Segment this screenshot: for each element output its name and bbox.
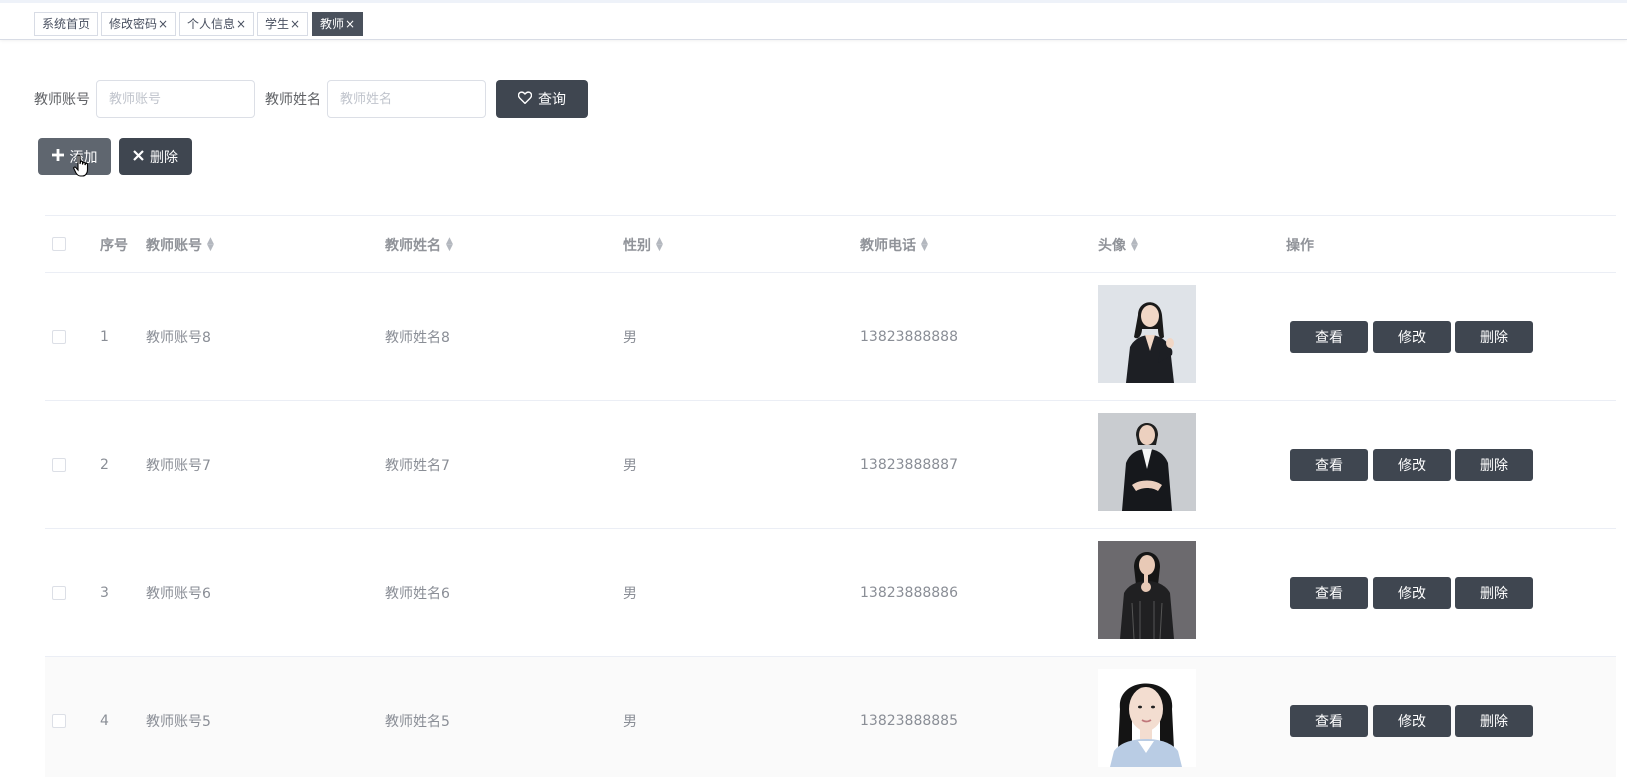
close-icon[interactable]: × [158,17,168,31]
header-account[interactable]: 教师账号 ▲ ▼ [146,216,214,273]
cell-phone: 13823888886 [860,584,958,601]
delete-button[interactable]: 删除 [1455,577,1533,609]
cell-account: 教师账号7 [146,457,211,474]
sort-icon[interactable]: ▲ ▼ [207,236,214,252]
table-row: 1 教师账号8 教师姓名8 男 13823888888 查看 修改 删除 [45,273,1616,401]
name-label: 教师姓名 [265,92,321,108]
row-checkbox[interactable] [52,586,66,600]
select-all-checkbox[interactable] [52,237,66,251]
tags-view-bar: 系统首页 修改密码× 个人信息× 学生× 教师× [0,0,1627,40]
teacher-avatar-image[interactable] [1098,541,1196,639]
table-row: 2 教师账号7 教师姓名7 男 13823888887 查看 修改 删除 [45,401,1616,529]
delete-button[interactable]: 删除 [1455,705,1533,737]
header-label: 教师电话 [860,237,916,254]
close-icon[interactable]: × [236,17,246,31]
cell-name: 教师姓名5 [385,713,450,730]
row-checkbox[interactable] [52,330,66,344]
sort-icon[interactable]: ▲ ▼ [1131,236,1138,252]
header-label: 序号 [100,237,128,254]
cell-index: 3 [100,584,109,601]
table-header: 序号 教师账号 ▲ ▼ 教师姓名 ▲ ▼ 性别 ▲ ▼ 教师电话 ▲ ▼ 头像 ▲ ▼ [45,216,1616,273]
hand-cursor-icon [73,154,91,178]
heart-icon [517,90,533,108]
tag-label: 教师 [320,17,345,31]
header-label: 操作 [1286,237,1314,254]
cell-account: 教师账号5 [146,713,211,730]
tag-change-password[interactable]: 修改密码× [101,12,177,36]
close-icon[interactable]: × [290,17,300,31]
view-button[interactable]: 查看 [1290,577,1368,609]
tag-label: 个人信息 [187,17,236,31]
close-icon [133,149,144,165]
cell-index: 4 [100,712,109,729]
header-index: 序号 [100,216,128,273]
cell-phone: 13823888887 [860,456,958,473]
name-search-input[interactable] [327,80,486,118]
header-phone[interactable]: 教师电话 ▲ ▼ [860,216,928,273]
header-gender[interactable]: 性别 ▲ ▼ [623,216,663,273]
row-checkbox[interactable] [52,714,66,728]
tag-home[interactable]: 系统首页 [34,12,99,36]
cell-name: 教师姓名6 [385,585,450,602]
header-actions: 操作 [1286,216,1314,273]
header-label: 性别 [623,237,651,254]
tag-student[interactable]: 学生× [257,12,309,36]
table-row: 4 教师账号5 教师姓名5 男 13823888885 查看 修改 删除 [45,657,1616,777]
delete-button-label: 删除 [150,149,178,166]
sort-icon[interactable]: ▲ ▼ [656,236,663,252]
teacher-table: 序号 教师账号 ▲ ▼ 教师姓名 ▲ ▼ 性别 ▲ ▼ 教师电话 ▲ ▼ 头像 ▲ ▼ [45,215,1616,777]
tag-teacher[interactable]: 教师× [312,12,364,36]
header-name[interactable]: 教师姓名 ▲ ▼ [385,216,453,273]
cell-index: 2 [100,456,109,473]
header-label: 头像 [1098,237,1126,254]
account-search-input[interactable] [96,80,255,118]
app-root: 系统首页 修改密码× 个人信息× 学生× 教师× 教师账号 教师姓名 查询 [0,0,1627,777]
tag-label: 修改密码 [109,17,158,31]
tag-personal-info[interactable]: 个人信息× [179,12,255,36]
row-checkbox[interactable] [52,458,66,472]
cell-account: 教师账号6 [146,585,211,602]
close-icon[interactable]: × [345,17,355,31]
delete-button[interactable]: 删除 [1455,321,1533,353]
delete-button[interactable]: 删除 [1455,449,1533,481]
sort-icon[interactable]: ▲ ▼ [921,236,928,252]
view-button[interactable]: 查看 [1290,705,1368,737]
header-label: 教师姓名 [385,237,441,254]
query-button-label: 查询 [538,92,566,108]
edit-button[interactable]: 修改 [1373,577,1451,609]
edit-button[interactable]: 修改 [1373,321,1451,353]
teacher-avatar-image[interactable] [1098,413,1196,511]
account-label: 教师账号 [34,92,90,108]
cell-name: 教师姓名7 [385,457,450,474]
cell-index: 1 [100,328,109,345]
edit-button[interactable]: 修改 [1373,705,1451,737]
edit-button[interactable]: 修改 [1373,449,1451,481]
view-button[interactable]: 查看 [1290,321,1368,353]
teacher-avatar-image[interactable] [1098,669,1196,767]
cell-phone: 13823888885 [860,712,958,729]
cell-gender: 男 [623,585,637,602]
teacher-avatar-image[interactable] [1098,285,1196,383]
tag-label: 学生 [265,17,290,31]
table-row: 3 教师账号6 教师姓名6 男 13823888886 查看 修改 删除 [45,529,1616,657]
cell-phone: 13823888888 [860,328,958,345]
cell-account: 教师账号8 [146,329,211,346]
batch-delete-button[interactable]: 删除 [119,138,192,175]
view-button[interactable]: 查看 [1290,449,1368,481]
header-label: 教师账号 [146,237,202,254]
cell-gender: 男 [623,457,637,474]
cell-gender: 男 [623,713,637,730]
tag-label: 系统首页 [42,17,91,31]
sort-icon[interactable]: ▲ ▼ [446,236,453,252]
query-button[interactable]: 查询 [496,80,588,118]
plus-icon [51,148,64,165]
cell-gender: 男 [623,329,637,346]
header-avatar[interactable]: 头像 ▲ ▼ [1098,216,1138,273]
cell-name: 教师姓名8 [385,329,450,346]
